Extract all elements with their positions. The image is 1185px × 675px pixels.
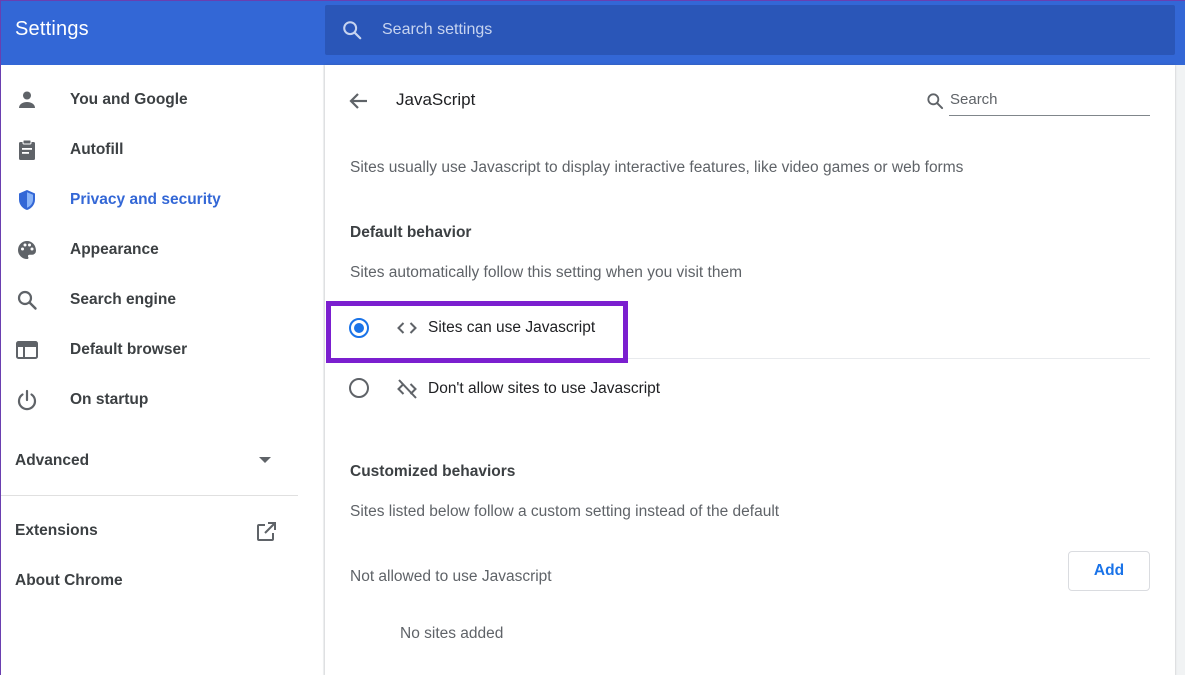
sidebar-item-label: Search engine bbox=[70, 291, 176, 308]
search-icon bbox=[343, 21, 362, 40]
advanced-label: Advanced bbox=[15, 452, 90, 469]
sidebar-item-label: You and Google bbox=[70, 91, 188, 108]
back-arrow-icon[interactable] bbox=[347, 89, 371, 113]
sidebar: You and Google Autofill Privacy and secu… bbox=[1, 65, 323, 675]
open-in-new-icon[interactable] bbox=[254, 520, 278, 544]
sidebar-item-privacy-and-security[interactable]: Privacy and security bbox=[1, 180, 301, 220]
sidebar-item-on-startup[interactable]: On startup bbox=[1, 380, 301, 420]
sidebar-item-appearance[interactable]: Appearance bbox=[1, 230, 301, 270]
search-icon bbox=[927, 93, 944, 110]
search-icon bbox=[17, 290, 37, 310]
page-title: JavaScript bbox=[396, 90, 476, 109]
sidebar-item-label: Appearance bbox=[70, 241, 159, 258]
shield-icon bbox=[19, 190, 35, 210]
extensions-link[interactable]: Extensions bbox=[15, 522, 98, 540]
app-title: Settings bbox=[15, 18, 89, 40]
default-behavior-heading: Default behavior bbox=[350, 224, 472, 241]
person-icon bbox=[19, 91, 35, 108]
default-behavior-description: Sites automatically follow this setting … bbox=[350, 264, 742, 281]
no-sites-added-text: No sites added bbox=[400, 625, 504, 642]
palette-icon bbox=[18, 241, 36, 259]
code-off-icon bbox=[397, 379, 417, 399]
chevron-down-icon bbox=[259, 457, 271, 463]
sidebar-item-autofill[interactable]: Autofill bbox=[1, 130, 301, 170]
sidebar-item-you-and-google[interactable]: You and Google bbox=[1, 80, 301, 120]
about-chrome-link[interactable]: About Chrome bbox=[15, 572, 123, 590]
search-underline bbox=[949, 115, 1150, 116]
header-bar: Settings Search settings bbox=[1, 1, 1185, 65]
scrollbar-track[interactable] bbox=[1176, 65, 1185, 675]
sidebar-item-label: Default browser bbox=[70, 341, 188, 358]
customized-behaviors-description: Sites listed below follow a custom setti… bbox=[350, 503, 780, 520]
block-javascript-label[interactable]: Don't allow sites to use Javascript bbox=[428, 380, 660, 398]
clipboard-icon bbox=[19, 139, 35, 160]
sidebar-divider bbox=[1, 495, 298, 496]
customized-behaviors-heading: Customized behaviors bbox=[350, 463, 516, 480]
settings-search-input[interactable]: Search settings bbox=[382, 21, 492, 39]
sidebar-item-default-browser[interactable]: Default browser bbox=[1, 330, 301, 370]
radio-block-javascript[interactable] bbox=[349, 378, 369, 398]
settings-search-bar[interactable]: Search settings bbox=[325, 5, 1175, 55]
sidebar-item-label: Autofill bbox=[70, 141, 124, 158]
not-allowed-heading: Not allowed to use Javascript bbox=[350, 568, 552, 585]
page-search-input[interactable]: Search bbox=[950, 91, 998, 108]
sidebar-item-label: Privacy and security bbox=[70, 191, 221, 208]
add-button[interactable]: Add bbox=[1068, 551, 1150, 591]
browser-icon bbox=[16, 341, 38, 359]
power-icon bbox=[17, 389, 37, 411]
page-search[interactable]: Search bbox=[923, 87, 1150, 117]
page-description: Sites usually use Javascript to display … bbox=[350, 159, 964, 176]
highlight-annotation-box bbox=[326, 301, 628, 363]
advanced-toggle[interactable]: Advanced bbox=[1, 440, 301, 480]
sidebar-item-label: On startup bbox=[70, 391, 149, 408]
sidebar-item-search-engine[interactable]: Search engine bbox=[1, 280, 301, 320]
